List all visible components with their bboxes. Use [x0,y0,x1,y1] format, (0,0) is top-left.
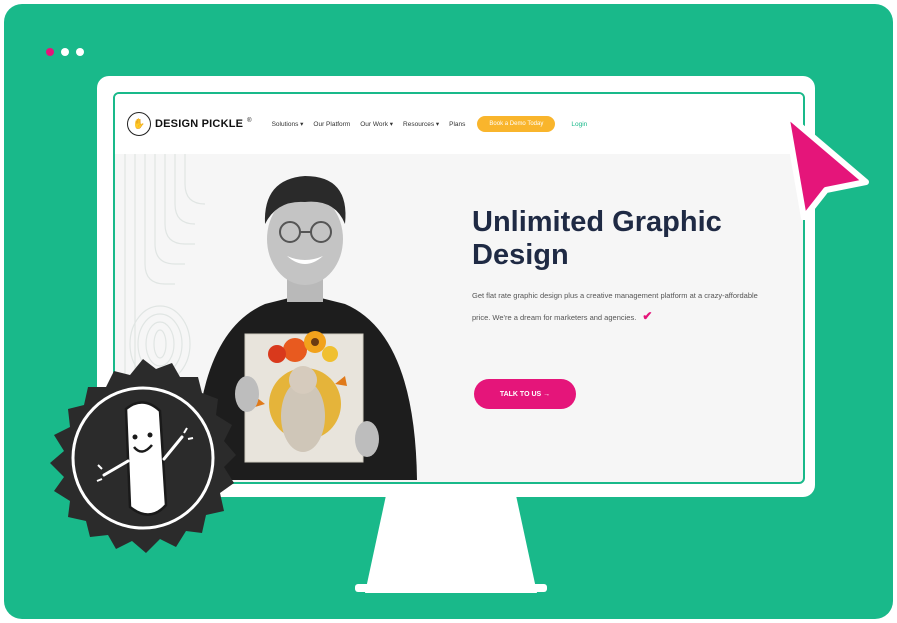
menu-item-our-work[interactable]: Our Work ▾ [360,120,393,128]
pointer-cursor-icon [783,111,869,220]
book-demo-button[interactable]: Book a Demo Today [477,116,556,132]
main-menu: Solutions ▾ Our Platform Our Work ▾ Reso… [272,116,587,132]
window-dot-minimize[interactable] [61,48,69,56]
pickle-mascot-badge [50,359,236,553]
monitor-stand [365,497,537,593]
menu-item-resources[interactable]: Resources ▾ [403,120,439,128]
site-navbar: ✋ DESIGN PICKLE ® Solutions ▾ Our Platfo… [115,94,803,154]
menu-item-plans[interactable]: Plans [449,121,465,128]
checkmark-icon: ✔ [642,309,653,323]
talk-to-us-button[interactable]: TALK TO US → [474,379,576,409]
window-dots [46,48,84,56]
menu-item-solutions[interactable]: Solutions ▾ [272,120,304,128]
window-dot-close[interactable] [46,48,54,56]
hero-description: Get flat rate graphic design plus a crea… [472,286,767,328]
menu-item-our-platform[interactable]: Our Platform [313,121,350,128]
hero-description-text: Get flat rate graphic design plus a crea… [472,291,758,322]
logo-trademark: ® [247,118,252,124]
site-logo[interactable]: ✋ DESIGN PICKLE ® [127,112,252,136]
hero-title: Unlimited Graphic Design [472,206,722,271]
window-dot-maximize[interactable] [76,48,84,56]
login-link[interactable]: Login [571,121,587,128]
monitor-stand-base [355,584,547,592]
logo-text: DESIGN PICKLE [155,118,244,130]
design-pickle-logo-icon: ✋ [127,112,151,136]
